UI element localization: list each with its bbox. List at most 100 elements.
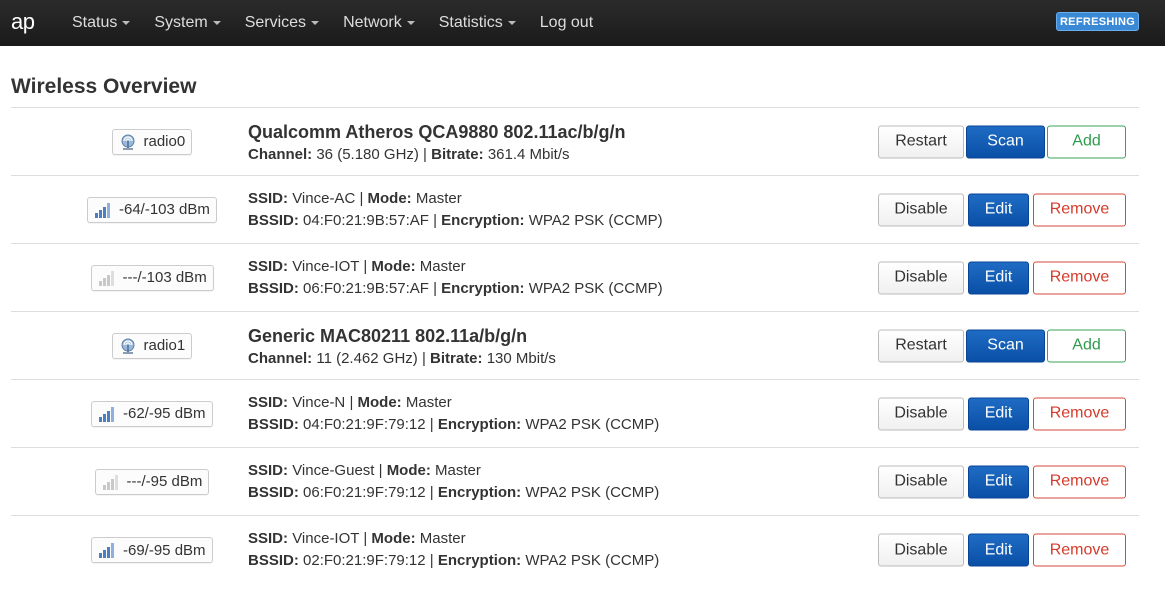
wireless-network-row: -69/-95 dBm SSID: Vince-IOT | Mode: Maste… [11,516,1139,584]
wifi-radio-icon [119,338,137,354]
row-info: Qualcomm Atheros QCA9880 802.11ac/b/g/n C… [248,120,625,166]
menu-item-statistics[interactable]: Statistics [427,0,528,46]
ssid-value: Vince-N [292,394,346,411]
row-info: SSID: Vince-AC | Mode: Master BSSID: 04:F… [248,188,663,232]
separator: | [355,190,368,207]
edit-button[interactable]: Edit [968,261,1029,294]
mode-label: Mode: [386,462,431,479]
ssid-label: SSID: [248,190,289,207]
bssid-label: BSSID: [248,416,299,433]
top-navbar: ap Status System Services Network Statistics… [0,0,1165,46]
ssid-value: Vince-IOT [292,530,360,547]
mode-label: Mode: [367,190,412,207]
remove-button[interactable]: Remove [1033,397,1126,430]
signal-strength-icon [102,474,120,490]
edit-button[interactable]: Edit [968,533,1029,567]
menu-item-status[interactable]: Status [60,0,142,46]
separator: | [418,146,432,163]
bssid-value: 02:F0:21:9F:79:12 [303,552,426,569]
disable-button[interactable]: Disable [878,261,964,294]
badge-text: -62/-95 dBm [123,405,206,422]
row-info: Generic MAC80211 802.11a/b/g/n Channel: 1… [248,324,556,370]
badge-text: -64/-103 dBm [119,201,210,218]
bssid-value: 06:F0:21:9B:57:AF [303,280,429,297]
row-info: SSID: Vince-N | Mode: Master BSSID: 04:F0… [248,392,659,436]
row-info: SSID: Vince-Guest | Mode: Master BSSID: 0… [248,460,659,504]
remove-button[interactable]: Remove [1033,465,1126,498]
channel-label: Channel: [248,350,313,367]
ssid-line: SSID: Vince-N | Mode: Master [248,392,659,414]
wireless-network-row: -64/-103 dBm SSID: Vince-AC | Mode: Maste… [11,176,1139,244]
bssid-label: BSSID: [248,280,299,297]
menu-item-label: Status [72,14,118,31]
edit-button[interactable]: Edit [968,465,1029,498]
menu-item-log-out[interactable]: Log out [528,0,605,46]
remove-button[interactable]: Remove [1033,533,1126,567]
radio-device-row: radio0 Qualcomm Atheros QCA9880 802.11ac/… [11,108,1139,176]
radio-title: Generic MAC80211 802.11a/b/g/n [248,326,528,346]
separator: | [428,212,442,229]
wireless-network-row: -62/-95 dBm SSID: Vince-N | Mode: Master B… [11,380,1139,448]
signal-strength-icon [98,406,116,422]
restart-button[interactable]: Restart [878,125,964,158]
signal-strength-icon [98,270,116,286]
encryption-label: Encryption: [437,484,522,501]
menu-item-services[interactable]: Services [233,0,331,46]
badge-text: -69/-95 dBm [123,541,206,559]
mode-label: Mode: [371,258,416,275]
ssid-value: Vince-AC [292,190,356,207]
menu-item-label: Statistics [438,14,503,31]
remove-button[interactable]: Remove [1033,261,1126,294]
ssid-label: SSID: [248,530,289,547]
bssid-line: BSSID: 04:F0:21:9F:79:12 | Encryption: W… [248,414,659,436]
bitrate-value: 130 Mbit/s [486,350,556,367]
brand-logo[interactable]: ap [11,9,35,35]
add-button[interactable]: Add [1047,125,1126,158]
badge-text: radio1 [143,337,186,354]
ssid-label: SSID: [248,462,289,479]
ssid-label: SSID: [248,394,289,411]
page-title: Wireless Overview [11,75,197,98]
edit-button[interactable]: Edit [968,397,1029,430]
menu-item-label: Services [244,14,307,31]
wifi-radio-icon [119,134,137,150]
ssid-line: SSID: Vince-AC | Mode: Master [248,188,663,210]
restart-button[interactable]: Restart [878,329,964,362]
ssid-value: Vince-IOT [292,258,360,275]
bssid-label: BSSID: [248,212,299,229]
mode-value: Master [435,462,481,479]
separator: | [359,530,372,547]
add-button[interactable]: Add [1047,329,1126,362]
bssid-line: BSSID: 04:F0:21:9B:57:AF | Encryption: W… [248,210,663,232]
disable-button[interactable]: Disable [878,193,964,226]
mode-label: Mode: [357,394,402,411]
menu-item-network[interactable]: Network [331,0,427,46]
bssid-value: 06:F0:21:9F:79:12 [303,484,426,501]
encryption-label: Encryption: [437,416,522,433]
edit-button[interactable]: Edit [968,193,1029,226]
channel-value: 11 (2.462 GHz) [316,350,418,367]
scan-button[interactable]: Scan [966,125,1045,158]
radio-details: Channel: 36 (5.180 GHz) | Bitrate: 361.4… [248,144,625,166]
menu-item-system[interactable]: System [142,0,232,46]
badge-text: ---/-95 dBm [126,473,203,490]
scan-button[interactable]: Scan [966,329,1045,362]
remove-button[interactable]: Remove [1033,193,1126,226]
radio-title: Qualcomm Atheros QCA9880 802.11ac/b/g/n [248,122,626,142]
disable-button[interactable]: Disable [878,533,964,567]
bssid-value: 04:F0:21:9B:57:AF [303,212,429,229]
signal-strength-icon [98,542,116,558]
bssid-line: BSSID: 06:F0:21:9B:57:AF | Encryption: W… [248,278,663,300]
disable-button[interactable]: Disable [878,397,964,430]
separator: | [374,462,387,479]
disable-button[interactable]: Disable [878,465,964,498]
signal-badge: ---/-95 dBm [94,468,210,495]
encryption-value: WPA2 PSK (CCMP) [528,212,663,229]
bssid-line: BSSID: 06:F0:21:9F:79:12 | Encryption: W… [248,482,659,504]
main-menu: Status System Services Network Statistics Log… [60,0,605,46]
bssid-label: BSSID: [248,552,299,569]
encryption-label: Encryption: [441,280,525,297]
separator: | [345,394,358,411]
bssid-value: 04:F0:21:9F:79:12 [303,416,426,433]
refreshing-badge[interactable]: REFRESHING [1056,12,1139,31]
